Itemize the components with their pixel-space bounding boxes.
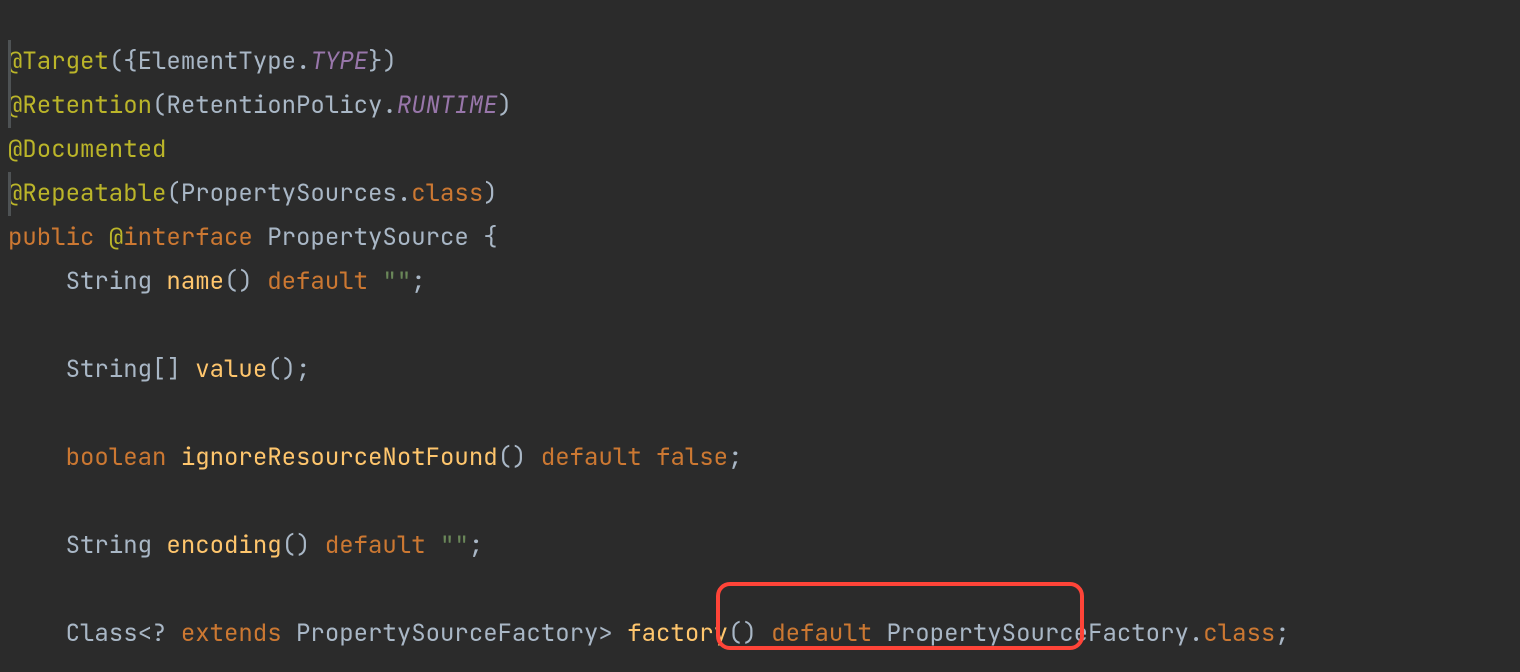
keyword-interface: interface (123, 222, 253, 253)
annotation-documented: Documented (22, 134, 166, 165)
method-name: name (166, 266, 224, 297)
code-line-6[interactable]: String name() default ""; (8, 260, 1520, 304)
code-line-blank[interactable] (8, 480, 1520, 524)
semicolon: ; (728, 442, 742, 473)
type-retentionpolicy: RetentionPolicy (166, 90, 382, 121)
indent (8, 530, 66, 561)
punct: ) (483, 178, 497, 209)
code-line-1[interactable]: @Target({ElementType.TYPE}) (8, 40, 1520, 84)
code-line-blank[interactable] (8, 392, 1520, 436)
keyword-default: default (267, 266, 368, 297)
parens: () (728, 618, 771, 649)
string-literal: " (397, 266, 411, 297)
punct: ) (498, 90, 512, 121)
keyword-public: public (8, 222, 109, 253)
space (282, 618, 296, 649)
keyword-false: false (656, 442, 728, 473)
type-propertysource: PropertySource (267, 222, 469, 253)
annotation-retention: Retention (22, 90, 152, 121)
enum-type: TYPE (310, 46, 368, 77)
space (872, 618, 886, 649)
code-line-7[interactable]: String[] value(); (8, 348, 1520, 392)
parens: (); (267, 354, 310, 385)
code-line-4[interactable]: @Repeatable(PropertySources.class) (8, 172, 1520, 216)
punct: ( (152, 90, 166, 121)
parens: () (282, 530, 325, 561)
gutter-marker (8, 84, 11, 128)
keyword-extends: extends (181, 618, 282, 649)
annotation-target: Target (22, 46, 108, 77)
type-string: String (66, 266, 167, 297)
semicolon: ; (411, 266, 425, 297)
gutter-marker (8, 172, 11, 216)
code-line-3[interactable]: @Documented (8, 128, 1520, 172)
method-ignoreresourcenotfound: ignoreResourceNotFound (181, 442, 498, 473)
space (426, 530, 440, 561)
parens: () (498, 442, 541, 473)
parens: () (224, 266, 267, 297)
method-encoding: encoding (166, 530, 281, 561)
keyword-default: default (771, 618, 872, 649)
semicolon: ; (1275, 618, 1289, 649)
indent (8, 442, 66, 473)
dot: . (1189, 618, 1203, 649)
keyword-boolean: boolean (66, 442, 167, 473)
code-line-blank[interactable] (8, 568, 1520, 612)
space (368, 266, 382, 297)
type-propertysourcefactory-2: PropertySourceFactory (886, 618, 1188, 649)
annotation-at: @ (109, 222, 123, 253)
type-class-generic: Class<? (66, 618, 181, 649)
method-factory: factory (627, 618, 728, 649)
punct: . (296, 46, 310, 77)
code-line-blank[interactable] (8, 304, 1520, 348)
code-line-10[interactable]: Class<? extends PropertySourceFactory> f… (8, 612, 1520, 656)
indent (8, 618, 66, 649)
code-line-5[interactable]: public @interface PropertySource { (8, 216, 1520, 260)
code-editor[interactable]: @Target({ElementType.TYPE}) @Retention(R… (8, 40, 1520, 656)
method-value: value (195, 354, 267, 385)
punct: . (382, 90, 396, 121)
gutter-marker (8, 40, 11, 84)
indent (8, 266, 66, 297)
keyword-class: class (411, 178, 483, 209)
punct: ( (166, 178, 180, 209)
keyword-default: default (541, 442, 642, 473)
string-literal: " (440, 530, 454, 561)
type-string: String (66, 530, 167, 561)
brace-open: { (469, 222, 498, 253)
annotation-at: @ (8, 134, 22, 165)
code-line-9[interactable]: String encoding() default ""; (8, 524, 1520, 568)
string-literal: " (454, 530, 468, 561)
keyword-class: class (1203, 618, 1275, 649)
space (642, 442, 656, 473)
indent (8, 354, 66, 385)
type-elementtype: ElementType (138, 46, 296, 77)
space (253, 222, 267, 253)
type-propertysourcefactory: PropertySourceFactory> (296, 618, 627, 649)
punct: }) (368, 46, 397, 77)
code-line-8[interactable]: boolean ignoreResourceNotFound() default… (8, 436, 1520, 480)
type-propertysources: PropertySources (181, 178, 397, 209)
enum-runtime: RUNTIME (397, 90, 498, 121)
punct: ({ (109, 46, 138, 77)
semicolon: ; (469, 530, 483, 561)
space (166, 442, 180, 473)
type-string-array: String[] (66, 354, 196, 385)
code-line-2[interactable]: @Retention(RetentionPolicy.RUNTIME) (8, 84, 1520, 128)
annotation-repeatable: Repeatable (22, 178, 166, 209)
string-literal: " (382, 266, 396, 297)
punct: . (397, 178, 411, 209)
keyword-default: default (325, 530, 426, 561)
